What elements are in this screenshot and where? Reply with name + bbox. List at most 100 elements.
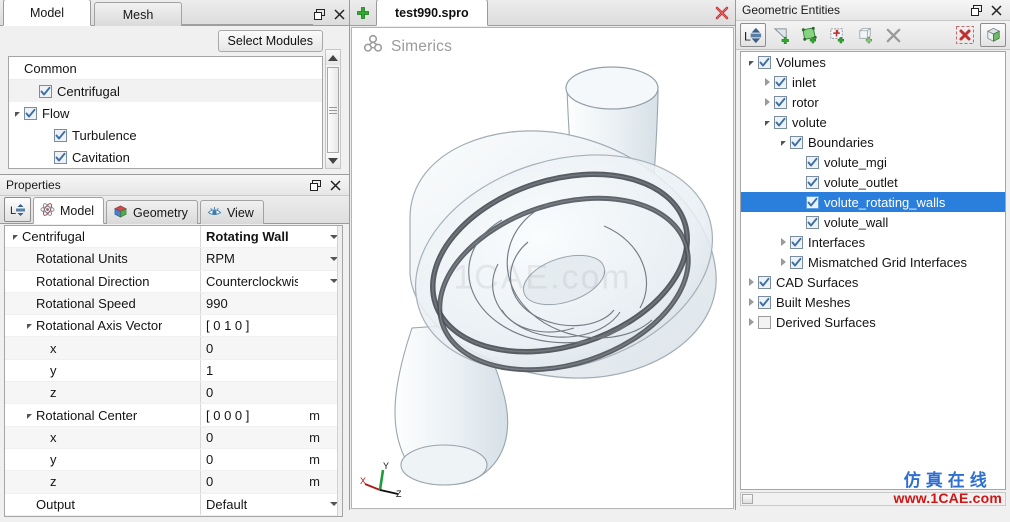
property-row[interactable]: Centrifugal Rotating Wall	[5, 226, 342, 249]
chevron-down-icon[interactable]	[23, 319, 36, 332]
show-solid-icon[interactable]	[980, 23, 1006, 47]
chevron-down-icon[interactable]	[9, 230, 22, 243]
checkbox-checked[interactable]	[790, 135, 803, 149]
checkbox-checked[interactable]	[806, 195, 819, 209]
property-row[interactable]: x0	[5, 337, 342, 360]
geometric-entity-item[interactable]: Volumes	[741, 52, 1005, 72]
checkbox-checked[interactable]	[774, 75, 787, 89]
select-modules-button[interactable]: Select Modules	[217, 30, 323, 52]
add-face-group-icon[interactable]	[796, 23, 822, 47]
fit-selection-icon[interactable]: L	[740, 23, 766, 47]
chevron-right-icon[interactable]	[745, 316, 758, 329]
checkbox-unchecked[interactable]	[758, 315, 771, 329]
close-icon[interactable]	[329, 179, 342, 192]
chevron-right-icon[interactable]	[761, 96, 774, 109]
property-value-cell[interactable]: 990	[201, 293, 298, 314]
scrollbar-thumb[interactable]	[327, 67, 339, 153]
property-value-cell[interactable]: 0	[201, 427, 298, 448]
geometric-entity-item[interactable]: Interfaces	[741, 232, 1005, 252]
geometric-entity-item[interactable]: volute_mgi	[741, 152, 1005, 172]
checkbox-checked[interactable]	[54, 150, 67, 164]
scroll-up-icon[interactable]	[326, 50, 340, 65]
tab-properties-view[interactable]: View	[199, 200, 264, 224]
close-icon[interactable]	[333, 8, 346, 21]
close-icon[interactable]	[990, 4, 1003, 17]
tab-model[interactable]: Model	[3, 0, 91, 26]
geometric-entity-item[interactable]: volute	[741, 112, 1005, 132]
close-document-icon[interactable]	[709, 1, 735, 25]
chevron-right-icon[interactable]	[761, 76, 774, 89]
checkbox-checked[interactable]	[774, 115, 787, 129]
property-value-cell[interactable]: Rotating Wall	[201, 226, 298, 247]
chevron-right-icon[interactable]	[777, 236, 790, 249]
module-tree-item[interactable]: Turbulence	[9, 124, 322, 146]
checkbox-checked[interactable]	[758, 295, 771, 309]
geometric-entity-item[interactable]: inlet	[741, 72, 1005, 92]
float-icon[interactable]	[313, 8, 326, 21]
property-row[interactable]: Rotational Direction Counterclockwise	[5, 270, 342, 293]
3d-viewport[interactable]: Simerics 1CAE.com X Y Z	[351, 27, 734, 509]
property-value-cell[interactable]: 0	[201, 337, 298, 358]
property-value-cell[interactable]: RPM	[201, 248, 298, 269]
add-boundary-icon[interactable]	[824, 23, 850, 47]
property-row[interactable]: y1	[5, 359, 342, 383]
checkbox-checked[interactable]	[24, 106, 37, 120]
checkbox-checked[interactable]	[758, 275, 771, 289]
chevron-right-icon[interactable]	[745, 276, 758, 289]
property-value-cell[interactable]: [ 0 1 0 ]	[201, 315, 298, 336]
chevron-right-icon[interactable]	[777, 256, 790, 269]
checkbox-checked[interactable]	[774, 95, 787, 109]
property-value-cell[interactable]: [ 0 0 0 ]	[201, 404, 298, 425]
property-row[interactable]: Rotational Speed 990	[5, 292, 342, 316]
geometric-entity-item[interactable]: Boundaries	[741, 132, 1005, 152]
geometric-entity-item[interactable]: Mismatched Grid Interfaces	[741, 252, 1005, 272]
property-row[interactable]: Output Default	[5, 493, 342, 516]
tab-mesh[interactable]: Mesh	[94, 2, 182, 26]
property-row[interactable]: x 0 m	[5, 426, 342, 449]
property-row[interactable]: Rotational Center [ 0 0 0 ] m	[5, 404, 342, 427]
add-surface-icon[interactable]	[768, 23, 794, 47]
module-tree[interactable]: Common Centrifugal Flow Turbulence Cavitatio…	[8, 56, 323, 169]
property-value-cell[interactable]: Default	[201, 494, 298, 515]
checkbox-checked[interactable]	[39, 84, 52, 98]
property-row[interactable]: Rotational Axis Vector [ 0 1 0 ]	[5, 315, 342, 338]
document-tab-test990[interactable]: test990.spro	[376, 0, 488, 26]
checkbox-checked[interactable]	[806, 215, 819, 229]
float-icon[interactable]	[309, 179, 322, 192]
add-volume-icon[interactable]	[852, 23, 878, 47]
pin-panel-button[interactable]: L	[4, 197, 31, 222]
module-tree-item[interactable]: Cavitation	[9, 146, 322, 168]
geometric-entity-item[interactable]: volute_outlet	[741, 172, 1005, 192]
chevron-down-icon[interactable]	[761, 116, 774, 129]
checkbox-checked[interactable]	[790, 255, 803, 269]
tab-properties-geometry[interactable]: Geometry	[106, 200, 198, 224]
property-row[interactable]: z0	[5, 382, 342, 405]
module-tree-item[interactable]: Flow	[9, 102, 322, 124]
chevron-down-icon[interactable]	[23, 409, 36, 422]
property-value-cell[interactable]: 1	[201, 360, 298, 381]
plus-icon[interactable]	[350, 1, 376, 25]
property-value-cell[interactable]: 0	[201, 471, 298, 492]
geometric-entities-tree[interactable]: Volumes inlet rotor volute Boundaries volute_…	[740, 51, 1006, 490]
property-row[interactable]: z 0 m	[5, 471, 342, 494]
property-row[interactable]: Rotational Units RPM	[5, 248, 342, 271]
module-tree-item[interactable]: Centrifugal	[9, 80, 322, 102]
checkbox-checked[interactable]	[806, 175, 819, 189]
float-icon[interactable]	[970, 4, 983, 17]
scrollbar-track[interactable]	[326, 65, 340, 153]
geometric-entity-item[interactable]: rotor	[741, 92, 1005, 112]
scroll-down-icon[interactable]	[326, 153, 340, 168]
module-tree-item[interactable]: Common	[9, 57, 322, 80]
chevron-down-icon[interactable]	[745, 56, 758, 69]
checkbox-checked[interactable]	[806, 155, 819, 169]
property-value-cell[interactable]: Counterclockwise	[201, 271, 298, 292]
delete-icon[interactable]	[880, 23, 906, 47]
tab-properties-model[interactable]: Model	[33, 197, 105, 224]
chevron-down-icon[interactable]	[777, 136, 790, 149]
geometric-entity-item[interactable]: volute_wall	[741, 212, 1005, 232]
checkbox-checked[interactable]	[54, 128, 67, 142]
geometric-entity-item[interactable]: CAD Surfaces	[741, 272, 1005, 292]
properties-grid[interactable]: Centrifugal Rotating Wall Rotational Units…	[4, 225, 343, 517]
checkbox-checked[interactable]	[758, 55, 771, 69]
chevron-down-icon[interactable]	[11, 107, 24, 120]
